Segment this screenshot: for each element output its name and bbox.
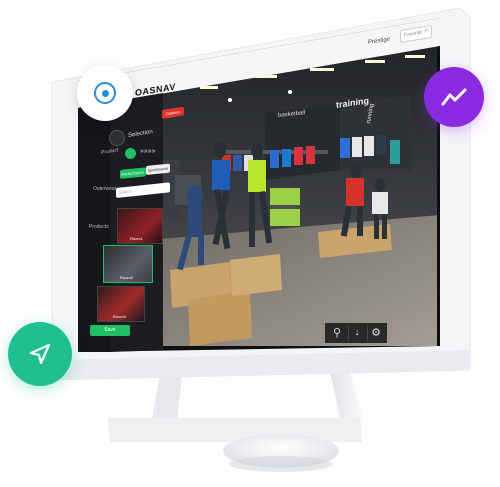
navigate-fab[interactable] bbox=[8, 322, 72, 386]
thumbnail-room1[interactable]: Room1 bbox=[117, 208, 163, 244]
thumbnail-room1-label: Room1 bbox=[130, 236, 143, 241]
sidebar-item-products[interactable]: Products bbox=[89, 224, 109, 230]
settings-icon[interactable]: ⚙ bbox=[367, 325, 384, 341]
thumbnail-room3[interactable]: Room3 bbox=[97, 286, 145, 322]
thumbnail-room2-label: Room2 bbox=[120, 275, 133, 280]
tab-sportswear-label: Sportswear bbox=[147, 165, 169, 173]
download-icon[interactable]: ↓ bbox=[348, 325, 365, 341]
monitor-mockup: OASNAV Prestige Favorite ✓ Product Outer… bbox=[0, 0, 500, 487]
search-icon[interactable]: ⚲ bbox=[329, 325, 345, 341]
save-button[interactable]: Save bbox=[90, 325, 130, 336]
thumbnail-room3-label: Room3 bbox=[113, 314, 126, 319]
monitor-illustration bbox=[51, 7, 471, 472]
chevron-down-icon: ✓ bbox=[423, 27, 429, 35]
analytics-icon bbox=[441, 88, 467, 106]
thumbnail-room2[interactable]: Room2 bbox=[103, 245, 153, 283]
sidebar-nav-icon[interactable] bbox=[109, 130, 125, 146]
save-button-label: Save bbox=[104, 327, 116, 333]
tab-performance-label: Performance bbox=[121, 169, 145, 177]
search-placeholder: Search... bbox=[119, 188, 136, 195]
navigate-icon bbox=[29, 343, 51, 365]
view-toolbar: ⚲ ↓ ⚙ bbox=[325, 323, 387, 343]
top-dropdown-label: Favorite bbox=[404, 29, 423, 39]
analytics-fab[interactable] bbox=[424, 67, 484, 127]
chevrons-icon[interactable]: »»»» bbox=[140, 148, 156, 155]
close-outlines-label: Outlines bbox=[165, 109, 181, 117]
target-icon bbox=[94, 82, 116, 104]
target-fab[interactable] bbox=[77, 65, 133, 121]
monitor-stand bbox=[108, 372, 368, 472]
sidebar-item-outerwear[interactable]: Outerwear bbox=[93, 186, 116, 192]
active-mode-icon[interactable] bbox=[125, 148, 136, 159]
